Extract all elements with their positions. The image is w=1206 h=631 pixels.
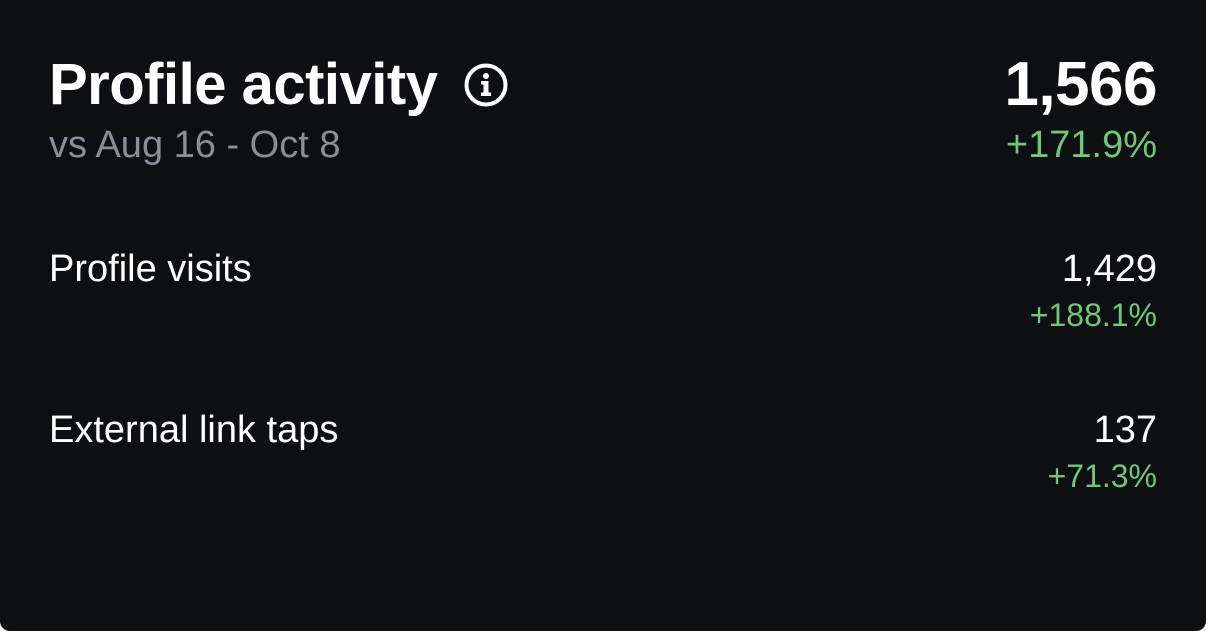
metric-row-profile-visits: Profile visits 1,429 +188.1% [49, 246, 1157, 346]
header-left: Profile activity vs Aug 16 - Oct 8 [49, 50, 509, 168]
metric-label: External link taps [49, 409, 339, 451]
total-change: +171.9% [1005, 124, 1157, 166]
metric-change: +188.1% [1029, 297, 1157, 333]
title-row: Profile activity [49, 50, 509, 120]
metric-change: +71.3% [1047, 458, 1157, 494]
total-value: 1,566 [1004, 50, 1157, 119]
header-right: 1,566 +171.9% [1004, 50, 1157, 168]
metric-label: Profile visits [49, 248, 252, 290]
metric-values: 137 +71.3% [1048, 407, 1157, 497]
info-icon[interactable] [463, 62, 509, 108]
info-icon-graphic [464, 63, 508, 107]
metric-row-external-link-taps: External link taps 137 +71.3% [49, 407, 1157, 507]
comparison-period: vs Aug 16 - Oct 8 [49, 124, 341, 166]
metric-value: 137 [1093, 409, 1157, 451]
metric-values: 1,429 +188.1% [1030, 246, 1157, 336]
metric-value: 1,429 [1061, 248, 1157, 290]
page-title: Profile activity [49, 52, 438, 117]
profile-activity-card: Profile activity vs Aug 16 - Oct 8 1,566… [0, 0, 1206, 631]
